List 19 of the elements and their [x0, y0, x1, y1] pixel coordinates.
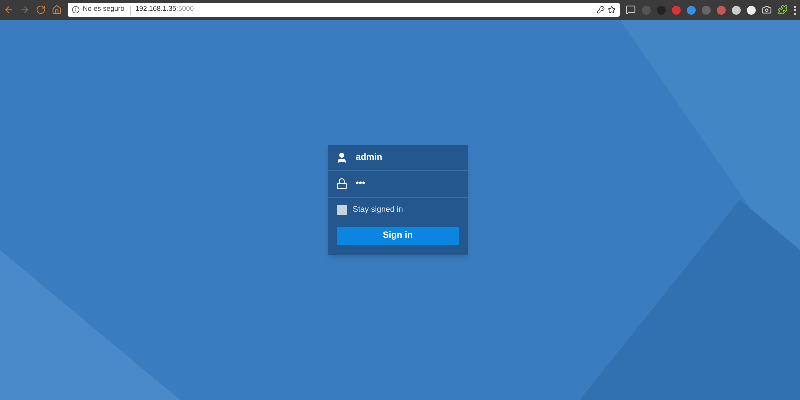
- lock-icon: [336, 178, 348, 190]
- key-icon[interactable]: [597, 6, 605, 14]
- forward-icon[interactable]: [20, 5, 30, 15]
- checkbox-label: Stay signed in: [353, 204, 404, 216]
- camera-icon[interactable]: [762, 5, 772, 15]
- sign-in-button[interactable]: Sign in: [337, 226, 459, 245]
- username-value: admin: [356, 150, 383, 164]
- username-field[interactable]: admin: [328, 145, 468, 171]
- user-icon: [336, 152, 348, 164]
- back-icon[interactable]: [4, 5, 14, 15]
- puzzle-icon[interactable]: [778, 5, 788, 15]
- info-icon: [72, 6, 80, 14]
- checkbox[interactable]: [337, 205, 347, 215]
- star-icon[interactable]: [608, 6, 616, 14]
- password-field[interactable]: •••: [328, 171, 468, 198]
- password-value: •••: [356, 177, 366, 190]
- home-icon[interactable]: [52, 5, 62, 15]
- comment-icon[interactable]: [626, 5, 636, 15]
- reload-icon[interactable]: [36, 5, 46, 15]
